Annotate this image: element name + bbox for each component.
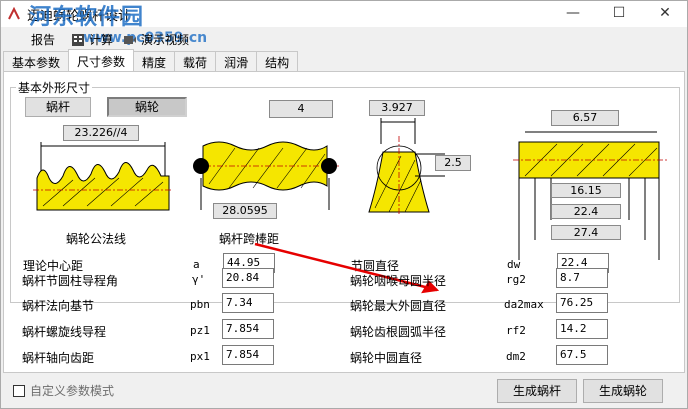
param-label-lead-angle: 蜗杆节圆柱导程角	[22, 274, 119, 288]
param-label-max-outer-diameter: 蜗轮最大外圆直径	[350, 299, 447, 313]
param-symbol-rg2: rg2	[506, 273, 526, 286]
toolbar: 报告 计算 演示视频	[1, 28, 687, 50]
close-button[interactable]: ✕	[642, 1, 688, 27]
gear-tooth-diagram	[33, 142, 173, 211]
param-label-root-fillet-radius: 蜗轮齿根圆弧半径	[350, 325, 447, 339]
mean-diameter-field[interactable]: 67.5	[556, 345, 608, 365]
video-icon	[124, 35, 136, 44]
param-symbol-pz1: pz1	[190, 324, 210, 337]
tab-dimension-params[interactable]: 尺寸参数	[68, 49, 135, 71]
tab-bar: 基本参数 尺寸参数 精度 载荷 润滑 结构	[3, 49, 299, 71]
param-label-normal-base-pitch: 蜗杆法向基节	[22, 299, 95, 313]
param-symbol-px1: px1	[190, 350, 210, 363]
report-button[interactable]: 报告	[31, 31, 55, 48]
wheel-d3-value: 27.4	[551, 225, 621, 240]
checkbox-box[interactable]	[13, 384, 25, 397]
normal-base-pitch-field[interactable]: 7.34	[222, 293, 274, 313]
tab-structure[interactable]: 结构	[256, 51, 299, 71]
param-symbol-gamma: γ'	[192, 273, 206, 286]
tooth-side-value: 2.5	[435, 155, 471, 171]
annotation-arrow	[254, 242, 440, 294]
normal-line-caption: 蜗轮公法线	[66, 232, 127, 246]
custom-mode-checkbox[interactable]: 自定义参数模式	[13, 382, 114, 399]
group-title: 基本外形尺寸	[16, 79, 93, 96]
wheel-d2-value: 22.4	[551, 204, 621, 219]
normal-line-value: 23.226//4	[63, 125, 139, 141]
tab-lubrication[interactable]: 润滑	[215, 51, 258, 71]
dimension-panel: 基本外形尺寸 蜗杆 蜗轮 23.226//4 蜗轮公法线 4 28.0595 蜗…	[3, 71, 685, 373]
root-fillet-radius-field[interactable]: 14.2	[556, 319, 608, 339]
tooth-top-value: 3.927	[369, 100, 425, 116]
param-symbol-rf2: rf2	[506, 324, 526, 337]
param-symbol-dw: dw	[507, 258, 521, 271]
max-outer-diameter-field[interactable]: 76.25	[556, 293, 608, 313]
helix-lead-field[interactable]: 7.854	[222, 319, 274, 339]
param-symbol-dm2: dm2	[506, 350, 526, 363]
bar-count-value[interactable]: 4	[269, 100, 333, 118]
minimize-button[interactable]: —	[550, 1, 596, 27]
watermark-text: 河东软件园	[29, 5, 145, 30]
worm-button[interactable]: 蜗杆	[25, 97, 91, 117]
report-label: 报告	[31, 33, 56, 47]
demo-video-label: 演示视频	[141, 33, 190, 47]
throat-radius-field[interactable]: 8.7	[556, 268, 608, 288]
param-label-mean-diameter: 蜗轮中圆直径	[350, 351, 423, 365]
param-label-axial-pitch: 蜗杆轴向齿距	[22, 351, 95, 365]
wheel-d1-value: 16.15	[551, 183, 621, 198]
footer-bar: 自定义参数模式 生成蜗杆 生成蜗轮	[1, 373, 687, 409]
tab-load[interactable]: 载荷	[174, 51, 217, 71]
tab-basic-params[interactable]: 基本参数	[3, 51, 70, 71]
main-window: 迈迪蜗轮蜗杆设计 河东软件园 www.pc0359.cn — ☐ ✕ 报告 计算…	[0, 0, 688, 409]
param-symbol-da2max: da2max	[504, 298, 544, 311]
param-label-throat-radius: 蜗轮咽喉母圆半径	[350, 274, 447, 288]
calculate-button[interactable]: 计算	[71, 31, 113, 48]
span-value: 28.0595	[213, 203, 277, 219]
lead-angle-field[interactable]: 20.84	[222, 268, 274, 288]
custom-mode-label: 自定义参数模式	[30, 384, 115, 398]
worm-span-diagram	[193, 141, 339, 210]
calculate-label: 计算	[89, 33, 114, 47]
title-bar: 迈迪蜗轮蜗杆设计 河东软件园 www.pc0359.cn — ☐ ✕	[1, 1, 688, 46]
generate-wheel-button[interactable]: 生成蜗轮	[583, 379, 663, 403]
maximize-button[interactable]: ☐	[596, 1, 642, 27]
generate-worm-button[interactable]: 生成蜗杆	[497, 379, 577, 403]
demo-video-button[interactable]: 演示视频	[123, 31, 189, 48]
wheel-button[interactable]: 蜗轮	[107, 97, 187, 117]
param-symbol-pbn: pbn	[190, 298, 210, 311]
axial-pitch-field[interactable]: 7.854	[222, 345, 274, 365]
calculator-icon	[72, 33, 84, 46]
app-icon	[8, 7, 20, 20]
tab-precision[interactable]: 精度	[133, 51, 176, 71]
param-symbol-a: a	[193, 258, 200, 271]
param-label-helix-lead: 蜗杆螺旋线导程	[22, 325, 107, 339]
